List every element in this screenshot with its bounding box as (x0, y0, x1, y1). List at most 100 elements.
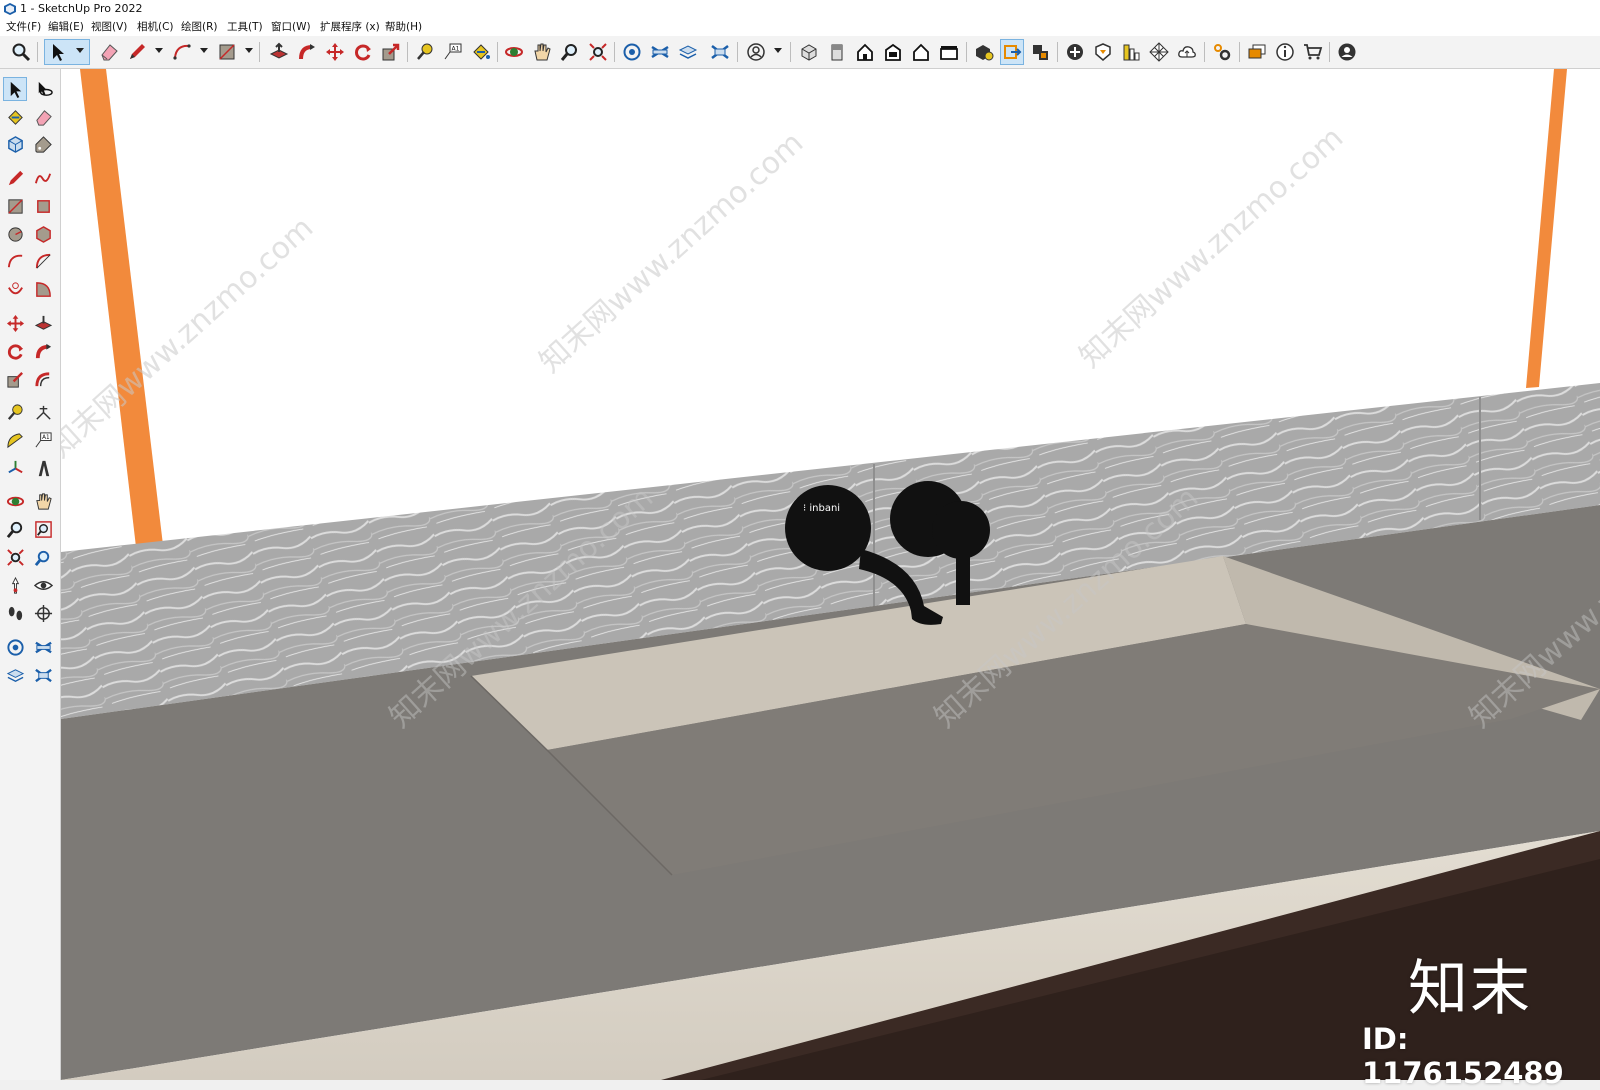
left-line-button[interactable] (3, 166, 27, 190)
profile-button[interactable] (744, 39, 768, 65)
shadows-button[interactable] (1119, 39, 1143, 65)
rotate-tool-button[interactable] (351, 39, 375, 65)
pencil-dropdown-arrow[interactable] (155, 48, 163, 53)
profile-dropdown-arrow[interactable] (774, 48, 782, 53)
paint-bucket-tool-button[interactable] (469, 39, 493, 65)
menu-help[interactable]: 帮助(H) (385, 18, 422, 36)
left-walk-button[interactable] (3, 601, 27, 625)
model-info-button[interactable] (1273, 39, 1297, 65)
left-tag-button[interactable] (31, 132, 55, 156)
left-look-around-button[interactable] (31, 573, 55, 597)
menu-draw[interactable]: 绘图(R) (181, 18, 218, 36)
left-extension-manager-button[interactable] (31, 663, 55, 687)
arc-dropdown-arrow[interactable] (200, 48, 208, 53)
top-view-button[interactable] (825, 39, 849, 65)
left-orbit-button[interactable] (31, 77, 55, 101)
scale-tool-button[interactable] (379, 39, 403, 65)
left-pie-button[interactable] (31, 277, 55, 301)
left-zoom-button[interactable] (3, 517, 27, 541)
menu-edit[interactable]: 编辑(E) (48, 18, 84, 36)
left-tape-measure-button[interactable] (3, 400, 27, 424)
zoom-tool-button[interactable] (9, 39, 33, 65)
left-rectangle-button[interactable] (3, 194, 27, 218)
menu-view[interactable]: 视图(V) (91, 18, 127, 36)
left-view-button[interactable] (937, 39, 961, 65)
follow-me-tool-button[interactable] (295, 39, 319, 65)
orbit-tool-button[interactable] (502, 39, 526, 65)
arc-tool-button[interactable] (170, 39, 194, 65)
left-select-button[interactable] (3, 77, 27, 101)
model-viewport[interactable]: ⁝ inbani 知末网www.znzmo.com 知末网www.znzmo.c… (61, 69, 1600, 1080)
front-view-button[interactable] (853, 39, 877, 65)
menu-tools[interactable]: 工具(T) (227, 18, 263, 36)
solid-inspector-button[interactable] (972, 39, 996, 65)
push-pull-tool-button[interactable] (267, 39, 291, 65)
3d-warehouse-button[interactable] (620, 39, 644, 65)
text-tool-button[interactable]: A1 (441, 39, 465, 65)
left-follow-me-button[interactable] (31, 339, 55, 363)
section-plane-button[interactable] (1000, 39, 1024, 65)
menu-camera[interactable]: 相机(C) (137, 18, 174, 36)
tape-measure-tool-button[interactable] (413, 39, 437, 65)
left-position-camera-button[interactable] (3, 573, 27, 597)
menu-extensions[interactable]: 扩展程序 (x) (320, 18, 380, 36)
left-pan-button[interactable] (31, 489, 55, 513)
left-polygon-button[interactable] (31, 222, 55, 246)
left-arc-button[interactable] (3, 249, 27, 273)
left-protractor-button[interactable] (3, 428, 27, 452)
sandbox-button[interactable] (1091, 39, 1115, 65)
select-dropdown-arrow[interactable] (76, 48, 84, 53)
left-paint-bucket-button[interactable] (3, 105, 27, 129)
left-scale-button[interactable] (3, 367, 27, 391)
store-button[interactable] (1301, 39, 1325, 65)
left-warehouse-button[interactable] (3, 635, 27, 659)
left-eraser-button[interactable] (31, 105, 55, 129)
left-dimension-button[interactable] (31, 400, 55, 424)
left-rotated-rectangle-button[interactable] (31, 194, 55, 218)
left-layout-send-button[interactable] (3, 663, 27, 687)
display-section-icon (1033, 45, 1048, 60)
left-orbit-button-2[interactable] (3, 489, 27, 513)
iso-view-button[interactable] (797, 39, 821, 65)
eraser-tool-button[interactable] (97, 39, 121, 65)
left-make-component-button[interactable] (3, 132, 27, 156)
pencil-tool-button[interactable] (125, 39, 149, 65)
menu-window[interactable]: 窗口(W) (271, 18, 311, 36)
left-axes-button[interactable] (3, 456, 27, 480)
left-zoom-extents-button[interactable] (3, 545, 27, 569)
left-move-button[interactable] (3, 311, 27, 335)
left-3d-text-button[interactable] (31, 456, 55, 480)
left-extension-warehouse-button[interactable] (31, 635, 55, 659)
display-section-button[interactable] (1028, 39, 1052, 65)
right-view-button[interactable] (881, 39, 905, 65)
layout-button[interactable] (676, 39, 700, 65)
preferences-button[interactable] (1210, 39, 1234, 65)
rectangle-dropdown-arrow[interactable] (245, 48, 253, 53)
styles-button[interactable] (1147, 39, 1171, 65)
rectangle-tool-button[interactable] (215, 39, 239, 65)
cloud-button[interactable] (1175, 39, 1199, 65)
left-previous-view-button[interactable] (31, 545, 55, 569)
left-offset-button[interactable] (31, 367, 55, 391)
left-circle-button[interactable] (3, 222, 27, 246)
left-three-point-arc-button[interactable] (3, 277, 27, 301)
left-section-plane-button[interactable] (31, 601, 55, 625)
left-freehand-button[interactable] (31, 166, 55, 190)
left-zoom-window-button[interactable] (31, 517, 55, 541)
left-two-point-arc-button[interactable] (31, 249, 55, 273)
pan-tool-button[interactable] (530, 39, 554, 65)
left-rotate-button[interactable] (3, 339, 27, 363)
left-text-button[interactable]: A1 (31, 428, 55, 452)
account-button[interactable] (1335, 39, 1359, 65)
follow-me-icon (299, 44, 315, 60)
back-view-button[interactable] (909, 39, 933, 65)
move-tool-button[interactable] (323, 39, 347, 65)
menu-file[interactable]: 文件(F) (6, 18, 41, 36)
entity-info-button[interactable] (1245, 39, 1269, 65)
add-location-button[interactable] (1063, 39, 1087, 65)
extension-manager-button[interactable] (708, 39, 732, 65)
extension-warehouse-button[interactable] (648, 39, 672, 65)
zoom-extents-tool-button[interactable] (586, 39, 610, 65)
zoom-tool-button-2[interactable] (558, 39, 582, 65)
left-push-pull-button[interactable] (31, 311, 55, 335)
